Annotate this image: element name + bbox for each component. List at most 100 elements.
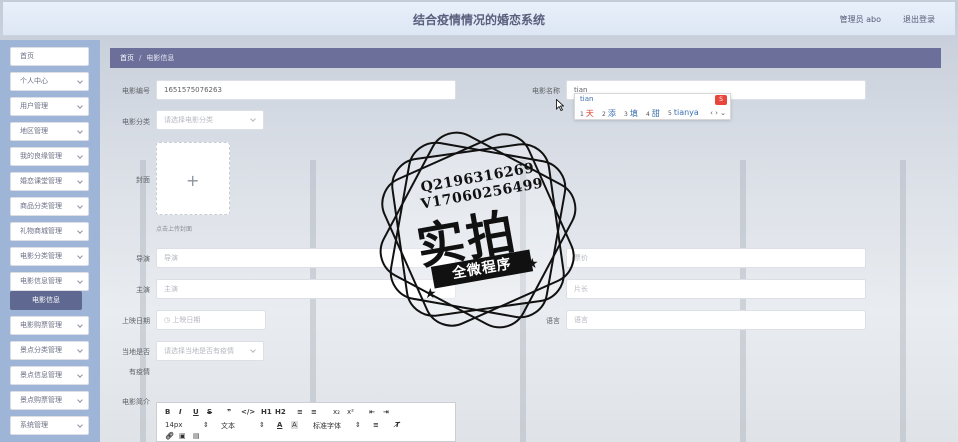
sidebar-item-movie-info-mgmt[interactable]: 电影信息管理: [10, 272, 89, 291]
chevron-down-icon: [77, 347, 83, 353]
sidebar-item-label: 地区管理: [20, 127, 48, 135]
system-title: 结合疫情情况的婚恋系统: [412, 13, 545, 27]
ime-page-nav[interactable]: ‹ › ⌄: [710, 109, 726, 117]
chevron-down-icon: [77, 128, 83, 134]
ime-candidate-number: 2: [602, 111, 606, 118]
sidebar-item-users[interactable]: 用户管理: [10, 97, 89, 116]
chevron-down-icon: [77, 422, 83, 428]
sidebar-item-movie-category[interactable]: 电影分类管理: [10, 247, 89, 266]
ime-logo-icon: S: [715, 95, 727, 105]
ime-candidate-text: 天: [585, 109, 594, 118]
text-format-select[interactable]: 文本: [221, 421, 235, 431]
sidebar-item-scenic-category[interactable]: 景点分类管理: [10, 341, 89, 360]
chevron-down-icon: [77, 228, 83, 234]
image-icon[interactable]: ▣: [179, 432, 186, 440]
sidebar-item-label: 电影分类管理: [20, 252, 62, 260]
sidebar-item-movie-tickets[interactable]: 电影购票管理: [10, 316, 89, 335]
sidebar-item-gift-mall[interactable]: 礼物商城管理: [10, 222, 89, 241]
sidebar-item-label: 景点购票管理: [20, 396, 62, 404]
intro-rich-editor[interactable]: B I U S ❞ </> H1 H2 ≡ ≡ x₂ x² ⇤ ⇥ 14px ⇕…: [156, 402, 456, 442]
mouse-cursor-icon: [556, 99, 564, 111]
actor-label: 主演: [136, 286, 150, 294]
outdent-button[interactable]: ⇤: [369, 408, 375, 416]
chevron-down-icon: [77, 253, 83, 259]
epidemic-select[interactable]: 请选择当地是否有疫情: [156, 341, 264, 361]
category-select[interactable]: 请选择电影分类: [156, 110, 264, 130]
sidebar-item-classroom[interactable]: 婚恋课堂管理: [10, 172, 89, 191]
sidebar-item-profile[interactable]: 个人中心: [10, 72, 89, 91]
ime-candidate[interactable]: 3填: [624, 108, 638, 119]
epidemic-placeholder: 请选择当地是否有疫情: [164, 347, 234, 355]
ime-candidate[interactable]: 5 tianya: [668, 108, 699, 117]
release-date-picker[interactable]: ◷ 上映日期: [156, 310, 266, 330]
language-input[interactable]: 语言: [566, 310, 866, 330]
chevron-down-icon: [77, 178, 83, 184]
blockquote-button[interactable]: ❞: [227, 408, 231, 416]
current-user: 管理员 abo: [839, 15, 881, 24]
ordered-list-button[interactable]: ≡: [297, 408, 303, 416]
star-icon: ★: [526, 256, 539, 272]
breadcrumb-separator: /: [139, 54, 142, 62]
sidebar: 首页 个人中心 用户管理 地区管理 我的良缘管理 婚恋课堂管理 商品分类管理 礼…: [0, 40, 100, 442]
sidebar-item-label: 电影购票管理: [20, 321, 62, 329]
chevron-down-icon: [77, 372, 83, 378]
chevron-down-icon: [77, 78, 83, 84]
sidebar-item-label: 电影信息: [32, 296, 60, 304]
sidebar-item-region[interactable]: 地区管理: [10, 122, 89, 141]
sidebar-item-label: 我的良缘管理: [20, 152, 62, 160]
header1-button[interactable]: H1: [261, 408, 272, 416]
ime-candidate-text: 添: [607, 109, 616, 118]
chevron-down-icon: [77, 203, 83, 209]
ime-candidate-text: tianya: [673, 108, 699, 117]
chevron-updown-icon: ⇕: [355, 421, 361, 429]
video-icon[interactable]: ▤: [193, 432, 200, 440]
bold-button[interactable]: B: [165, 408, 170, 416]
cover-upload[interactable]: +: [156, 142, 230, 215]
epidemic-label-line2: 有疫情: [129, 368, 150, 376]
ime-candidate[interactable]: 1天: [580, 108, 594, 119]
sidebar-subitem-movie-info[interactable]: 电影信息: [10, 291, 82, 310]
code-block-button[interactable]: </>: [241, 408, 255, 416]
sidebar-item-label: 礼物商城管理: [20, 227, 62, 235]
indent-button[interactable]: ⇥: [383, 408, 389, 416]
sidebar-item-scenic-info[interactable]: 景点信息管理: [10, 366, 89, 385]
header2-button[interactable]: H2: [275, 408, 286, 416]
sidebar-item-home[interactable]: 首页: [10, 47, 89, 66]
ime-candidate[interactable]: 2添: [602, 108, 616, 119]
strike-button[interactable]: S: [207, 408, 212, 416]
align-icon[interactable]: ≡: [373, 421, 379, 429]
plus-icon: +: [186, 171, 200, 190]
movie-no-input[interactable]: 1651575076263: [156, 80, 456, 100]
duration-input[interactable]: 片长: [566, 279, 866, 299]
underline-button[interactable]: U: [193, 408, 199, 416]
sidebar-item-label: 婚恋课堂管理: [20, 177, 62, 185]
font-color-icon[interactable]: A: [277, 421, 282, 429]
star-icon: ★: [424, 286, 437, 302]
price-input[interactable]: 票价: [566, 248, 866, 268]
logout-link[interactable]: 退出登录: [903, 14, 935, 25]
sidebar-item-system[interactable]: 系统管理: [10, 416, 89, 435]
clear-format-icon[interactable]: T̸: [395, 421, 400, 429]
clock-icon: ◷: [164, 316, 171, 324]
font-family-select[interactable]: 标准字体: [313, 421, 341, 431]
director-label: 导演: [136, 255, 150, 263]
sidebar-item-label: 首页: [20, 52, 34, 60]
subscript-button[interactable]: x₂: [333, 408, 340, 416]
chevron-down-icon: [77, 153, 83, 159]
background-color-icon[interactable]: A: [291, 421, 298, 429]
ime-candidate-number: 3: [624, 111, 628, 118]
font-size-select[interactable]: 14px: [165, 421, 183, 429]
sidebar-item-product-category[interactable]: 商品分类管理: [10, 197, 89, 216]
bullet-list-button[interactable]: ≡: [311, 408, 317, 416]
watermark-stamp: Q2196316269 V17060256499 实拍 全微程序 ★ ★: [369, 121, 587, 339]
breadcrumb-home[interactable]: 首页: [120, 54, 134, 62]
link-icon[interactable]: 🔗︎: [165, 432, 174, 440]
italic-button[interactable]: I: [179, 408, 182, 416]
sidebar-item-scenic-tickets[interactable]: 景点购票管理: [10, 391, 89, 410]
intro-label: 电影简介: [122, 398, 150, 406]
ime-candidate[interactable]: 4甜: [646, 108, 660, 119]
sidebar-item-label: 商品分类管理: [20, 202, 62, 210]
sidebar-item-matches[interactable]: 我的良缘管理: [10, 147, 89, 166]
chevron-down-icon: [77, 278, 83, 284]
superscript-button[interactable]: x²: [347, 408, 354, 416]
